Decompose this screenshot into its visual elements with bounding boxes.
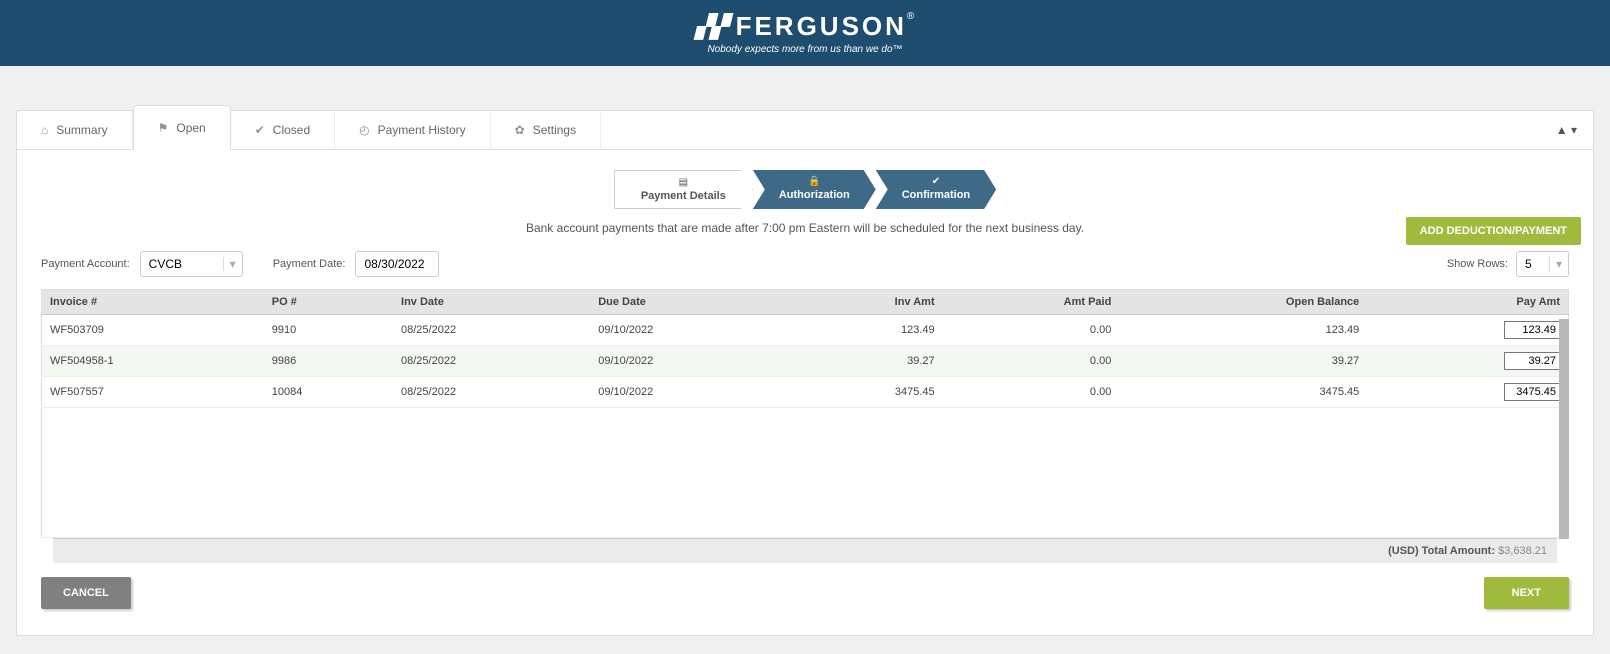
- show-rows-select[interactable]: ▾: [1516, 251, 1569, 277]
- step-auth-label: Authorization: [779, 189, 850, 201]
- cell-invamt: 39.27: [787, 346, 942, 377]
- tm-mark: ™: [893, 44, 903, 55]
- cancel-button[interactable]: CANCEL: [41, 577, 131, 609]
- step-confirmation[interactable]: ✔ Confirmation: [876, 170, 996, 209]
- total-amount: $3,638.21: [1498, 545, 1547, 557]
- col-duedate[interactable]: Due Date: [590, 290, 787, 315]
- add-deduction-payment-button[interactable]: ADD DEDUCTION/PAYMENT: [1406, 217, 1581, 245]
- home-icon: ⌂: [41, 123, 48, 137]
- cell-invamt: 3475.45: [787, 377, 942, 408]
- brand-tagline: Nobody expects more from us than we do: [707, 44, 892, 55]
- logo-icon: ▞▞: [696, 14, 726, 40]
- cell-invoice: WF503709: [42, 315, 264, 346]
- cell-openbal: 3475.45: [1119, 377, 1367, 408]
- invoice-table: Invoice # PO # Inv Date Due Date Inv Amt…: [41, 289, 1569, 538]
- tab-open[interactable]: ⚑ Open: [133, 105, 231, 150]
- table-row[interactable]: WF504958-1 9986 08/25/2022 09/10/2022 39…: [42, 346, 1569, 377]
- document-icon: ▤: [679, 177, 688, 188]
- col-amtpaid[interactable]: Amt Paid: [943, 290, 1120, 315]
- tab-summary[interactable]: ⌂ Summary: [17, 111, 133, 149]
- tab-settings-label: Settings: [533, 123, 576, 137]
- cell-invdate: 08/25/2022: [393, 346, 590, 377]
- total-row: (USD) Total Amount: $3,638.21: [53, 538, 1557, 563]
- brand-logo: ▞▞ FERGUSON® Nobody expects more from us…: [696, 11, 915, 55]
- reg-mark: ®: [907, 11, 914, 22]
- show-rows-input[interactable]: [1523, 256, 1543, 272]
- cell-amtpaid: 0.00: [943, 377, 1120, 408]
- step-details-label: Payment Details: [641, 190, 726, 202]
- show-rows-label: Show Rows:: [1447, 258, 1508, 270]
- payment-date-input-wrap[interactable]: [355, 251, 439, 277]
- col-po[interactable]: PO #: [264, 290, 393, 315]
- cell-amtpaid: 0.00: [943, 346, 1120, 377]
- empty-space: [42, 408, 1569, 538]
- tab-bar: ⌂ Summary ⚑ Open ✔ Closed ◴ Payment Hist…: [17, 111, 1593, 150]
- chevron-down-icon: ▾: [1549, 257, 1562, 271]
- tab-summary-label: Summary: [56, 123, 107, 137]
- payment-account-label: Payment Account:: [41, 258, 130, 270]
- pay-amount-input[interactable]: [1504, 352, 1560, 370]
- tab-closed[interactable]: ✔ Closed: [231, 111, 335, 149]
- tab-payment-history[interactable]: ◴ Payment History: [335, 111, 491, 149]
- step-authorization[interactable]: 🔒 Authorization: [753, 170, 876, 209]
- table-row[interactable]: WF507557 10084 08/25/2022 09/10/2022 347…: [42, 377, 1569, 408]
- cell-invoice: WF507557: [42, 377, 264, 408]
- cell-openbal: 123.49: [1119, 315, 1367, 346]
- scrollbar-thumb[interactable]: [1559, 319, 1569, 539]
- payment-date-label: Payment Date:: [273, 258, 346, 270]
- payment-account-select[interactable]: ▾: [140, 251, 243, 277]
- col-invamt[interactable]: Inv Amt: [787, 290, 942, 315]
- tab-settings[interactable]: ✿ Settings: [491, 111, 601, 149]
- vertical-scrollbar[interactable]: [1559, 319, 1569, 539]
- cell-invdate: 08/25/2022: [393, 315, 590, 346]
- gear-icon: ✿: [515, 123, 525, 137]
- main-panel: ⌂ Summary ⚑ Open ✔ Closed ◴ Payment Hist…: [16, 110, 1594, 636]
- user-menu[interactable]: ▲ ▾: [1540, 111, 1593, 149]
- cell-po: 10084: [264, 377, 393, 408]
- col-openbal[interactable]: Open Balance: [1119, 290, 1367, 315]
- clock-icon: ◴: [359, 123, 369, 137]
- tab-open-label: Open: [176, 121, 205, 135]
- cell-duedate: 09/10/2022: [590, 315, 787, 346]
- pay-amount-input[interactable]: [1504, 383, 1560, 401]
- schedule-notice: Bank account payments that are made afte…: [29, 221, 1581, 235]
- wizard-steps: ▤ Payment Details 🔒 Authorization ✔ Conf…: [29, 170, 1581, 209]
- chevron-down-icon: ▾: [1571, 123, 1577, 137]
- col-invoice[interactable]: Invoice #: [42, 290, 264, 315]
- cell-amtpaid: 0.00: [943, 315, 1120, 346]
- chevron-down-icon: ▾: [223, 257, 236, 271]
- cell-duedate: 09/10/2022: [590, 377, 787, 408]
- check-icon: ✔: [255, 123, 265, 137]
- table-header-row: Invoice # PO # Inv Date Due Date Inv Amt…: [42, 290, 1569, 315]
- cell-po: 9910: [264, 315, 393, 346]
- pay-amount-input[interactable]: [1504, 321, 1560, 339]
- user-icon: ▲: [1556, 123, 1568, 137]
- cell-duedate: 09/10/2022: [590, 346, 787, 377]
- cell-po: 9986: [264, 346, 393, 377]
- cell-invoice: WF504958-1: [42, 346, 264, 377]
- col-invdate[interactable]: Inv Date: [393, 290, 590, 315]
- next-button[interactable]: NEXT: [1484, 577, 1569, 609]
- tab-history-label: Payment History: [378, 123, 466, 137]
- total-label: (USD) Total Amount:: [1388, 545, 1498, 557]
- payment-account-input[interactable]: [147, 256, 217, 272]
- payment-date-input[interactable]: [362, 256, 432, 272]
- flag-icon: ⚑: [158, 121, 169, 135]
- table-row[interactable]: WF503709 9910 08/25/2022 09/10/2022 123.…: [42, 315, 1569, 346]
- cell-openbal: 39.27: [1119, 346, 1367, 377]
- lock-icon: 🔒: [808, 176, 820, 187]
- cell-invamt: 123.49: [787, 315, 942, 346]
- cell-invdate: 08/25/2022: [393, 377, 590, 408]
- step-confirm-label: Confirmation: [902, 189, 970, 201]
- header-bar: ▞▞ FERGUSON® Nobody expects more from us…: [0, 0, 1610, 66]
- step-payment-details[interactable]: ▤ Payment Details: [614, 170, 753, 209]
- check-icon: ✔: [932, 176, 940, 187]
- tab-closed-label: Closed: [273, 123, 310, 137]
- brand-name: FERGUSON: [736, 11, 907, 41]
- col-payamt[interactable]: Pay Amt: [1367, 290, 1568, 315]
